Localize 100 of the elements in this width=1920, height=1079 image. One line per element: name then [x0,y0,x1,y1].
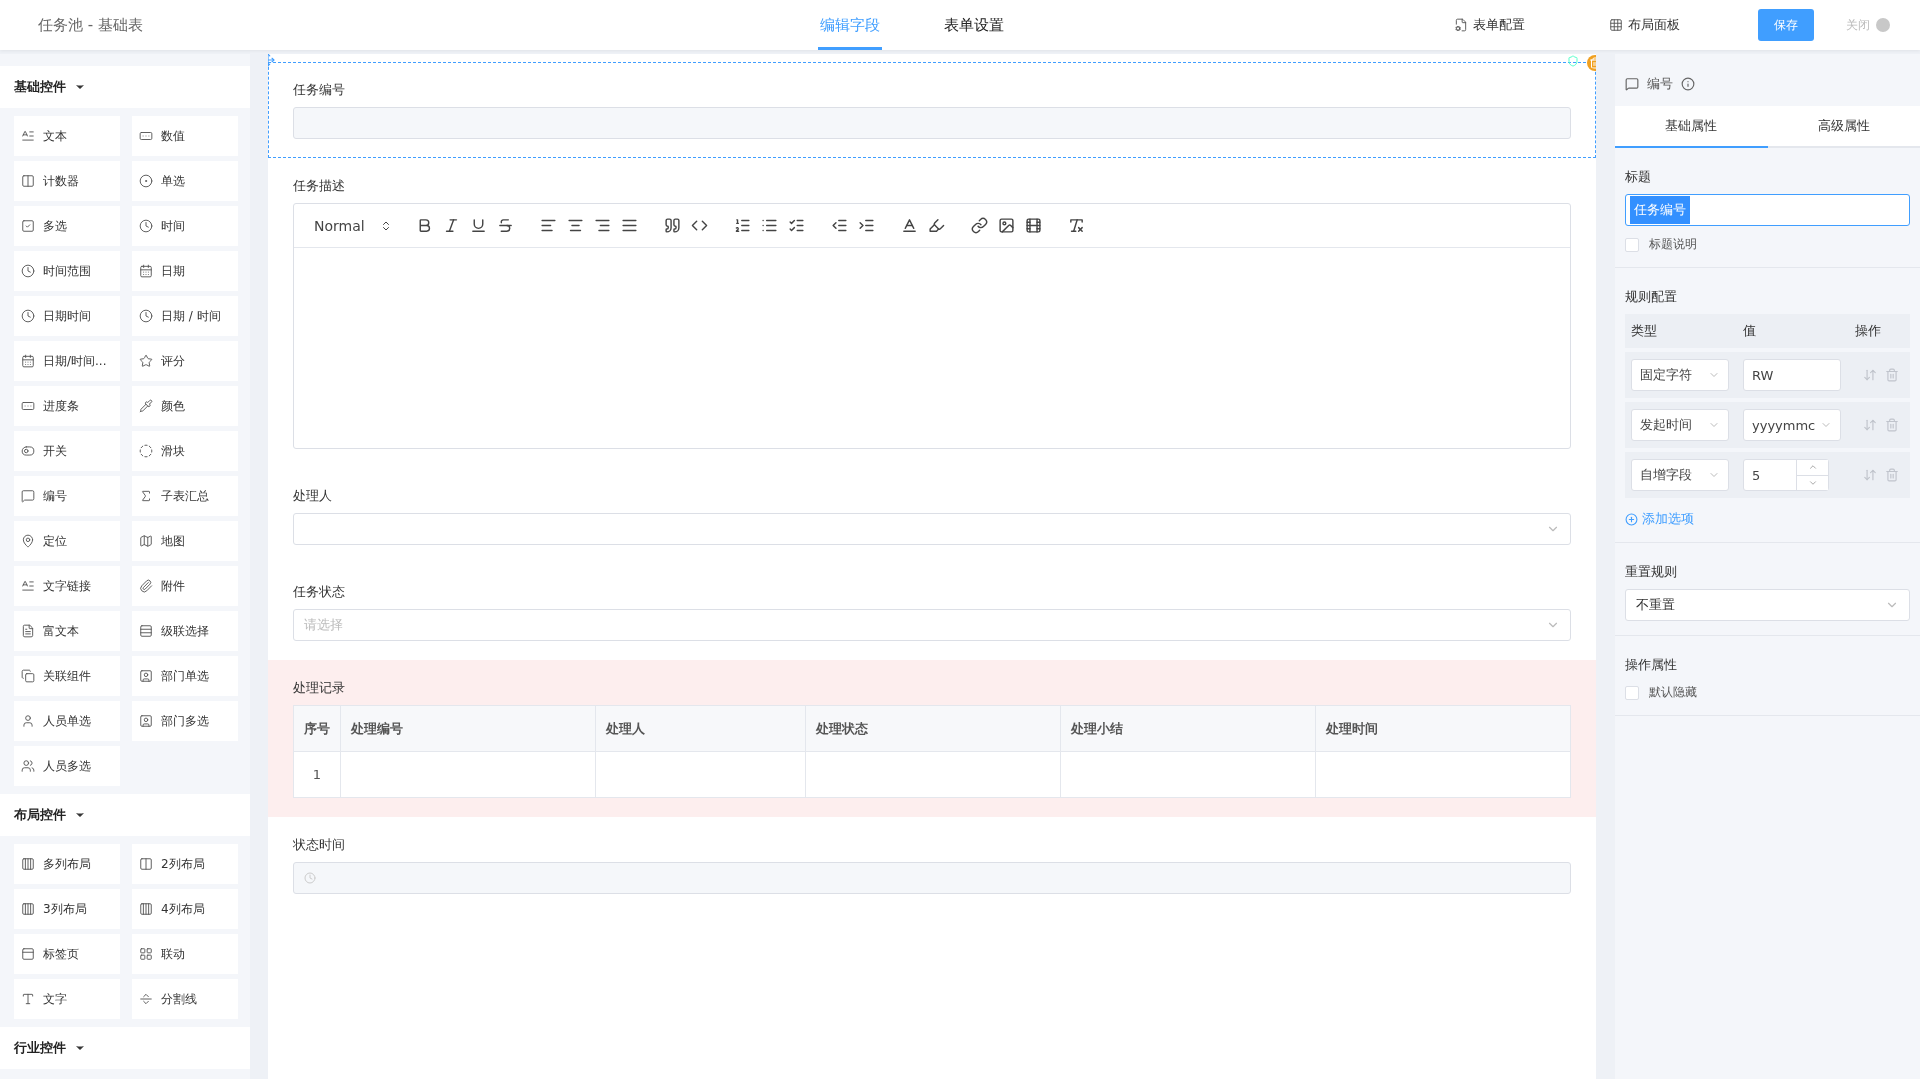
field-label: 处理记录 [293,679,346,697]
paperclip-icon [139,579,153,593]
format-select[interactable]: Normal [308,216,398,235]
checkbox-option[interactable]: 标题说明 [1625,236,1910,253]
columns-icon [139,857,153,871]
grid-icon [139,947,153,961]
column-header: 处理状态 [805,705,1061,752]
highlight-icon[interactable] [928,217,945,234]
widget-item[interactable]: 计数器 [14,161,120,201]
widget-item[interactable]: 富文本 [14,611,120,651]
widget-item[interactable]: 地图 [132,521,238,561]
text-icon [21,129,35,143]
location-icon [21,534,35,548]
toolbar-button[interactable]: 布局面板 [1603,15,1686,35]
column-header: 处理编号 [340,705,596,752]
widget-item[interactable]: 日期 [132,251,238,291]
field-label: 状态时间 [293,836,346,854]
align-justify-icon[interactable] [621,217,638,234]
widget-item[interactable]: 日期时间 [14,296,120,336]
checkbox-option[interactable]: 默认隐藏 [1625,684,1910,701]
widget-item[interactable]: 标签页 [14,934,120,974]
widget-item[interactable]: 定位 [14,521,120,561]
select-field[interactable] [293,513,1571,545]
widget-item[interactable]: 多列布局 [14,844,120,884]
value-select[interactable]: yyyymmc [1743,409,1841,441]
widget-item[interactable]: 时间 [132,206,238,246]
indent-icon[interactable] [858,217,875,234]
widget-item[interactable]: 关联组件 [14,656,120,696]
info-icon [1681,77,1695,91]
align-center-icon[interactable] [567,217,584,234]
widget-item[interactable]: 联动 [132,934,238,974]
strikethrough-icon[interactable] [497,217,514,234]
group-header[interactable]: 布局控件 [0,794,250,836]
widget-item[interactable]: 数值 [132,116,238,156]
widget-item[interactable]: 多选 [14,206,120,246]
checklist-icon[interactable] [788,217,805,234]
reset-select[interactable]: 不重置 [1625,589,1910,621]
group-header[interactable]: 行业控件 [0,1027,250,1069]
value-field[interactable]: RW [1743,359,1841,391]
users-icon [21,759,35,773]
widget-item[interactable]: 部门单选 [132,656,238,696]
type-select[interactable]: 发起时间 [1631,409,1729,441]
quote-icon[interactable] [664,217,681,234]
widget-item[interactable]: 评分 [132,341,238,381]
bullet-list-icon[interactable] [761,217,778,234]
widget-item[interactable]: 进度条 [14,386,120,426]
clear-format-icon[interactable] [1068,217,1085,234]
widget-item[interactable]: 级联选择 [132,611,238,651]
link-icon[interactable] [971,217,988,234]
section-label: 操作属性 [1625,656,1678,674]
widget-item[interactable]: 4列布局 [132,889,238,929]
underline-icon[interactable] [470,217,487,234]
date-field[interactable] [293,862,1571,894]
tabs-icon [21,947,35,961]
toolbar-button[interactable]: 表单配置 [1448,15,1531,35]
align-right-icon[interactable] [594,217,611,234]
widget-item[interactable]: 颜色 [132,386,238,426]
type-select[interactable]: 自增字段 [1631,459,1729,491]
group-header[interactable]: 基础控件 [0,66,250,108]
rich-text-editor[interactable]: Normal [293,203,1571,449]
widget-item[interactable]: 人员多选 [14,746,120,786]
align-left-icon[interactable] [540,217,557,234]
outdent-icon[interactable] [831,217,848,234]
clock-icon [304,872,316,884]
widget-item[interactable]: 滑块 [132,431,238,471]
widget-item[interactable]: 文字链接 [14,566,120,606]
widget-item[interactable]: 人员单选 [14,701,120,741]
widget-item[interactable]: 开关 [14,431,120,471]
tab[interactable]: 表单设置 [942,0,1006,50]
columns-icon [21,857,35,871]
video-icon[interactable] [1025,217,1042,234]
widget-item[interactable]: 时间范围 [14,251,120,291]
calendar-icon [139,264,153,278]
widget-item[interactable]: 文本 [14,116,120,156]
widget-item[interactable]: 2列布局 [132,844,238,884]
type-select[interactable]: 固定字符 [1631,359,1729,391]
clock-icon [139,309,153,323]
italic-icon[interactable] [443,217,460,234]
clock-icon [21,309,35,323]
widget-item[interactable]: 子表汇总 [132,476,238,516]
widget-item[interactable]: 分割线 [132,979,238,1019]
column-header: 值 [1743,322,1757,340]
widget-item[interactable]: 部门多选 [132,701,238,741]
placeholder: 请选择 [304,616,343,634]
tab[interactable]: 高级属性 [1767,106,1920,148]
widget-item[interactable]: 3列布局 [14,889,120,929]
ordered-list-icon[interactable] [734,217,751,234]
column-header: 处理小结 [1060,705,1316,752]
widget-item[interactable]: 编号 [14,476,120,516]
text-icon [21,992,35,1006]
widget-item[interactable]: 单选 [132,161,238,201]
clock-icon [21,264,35,278]
widget-item[interactable]: 附件 [132,566,238,606]
widget-item[interactable]: 日期/时间... [14,341,120,381]
tab[interactable]: 基础属性 [1615,106,1768,148]
image-icon[interactable] [998,217,1015,234]
text-field[interactable] [293,107,1571,139]
widget-item[interactable]: 日期 / 时间 [132,296,238,336]
font-color-icon[interactable] [901,217,918,234]
widget-item[interactable]: 文字 [14,979,120,1019]
